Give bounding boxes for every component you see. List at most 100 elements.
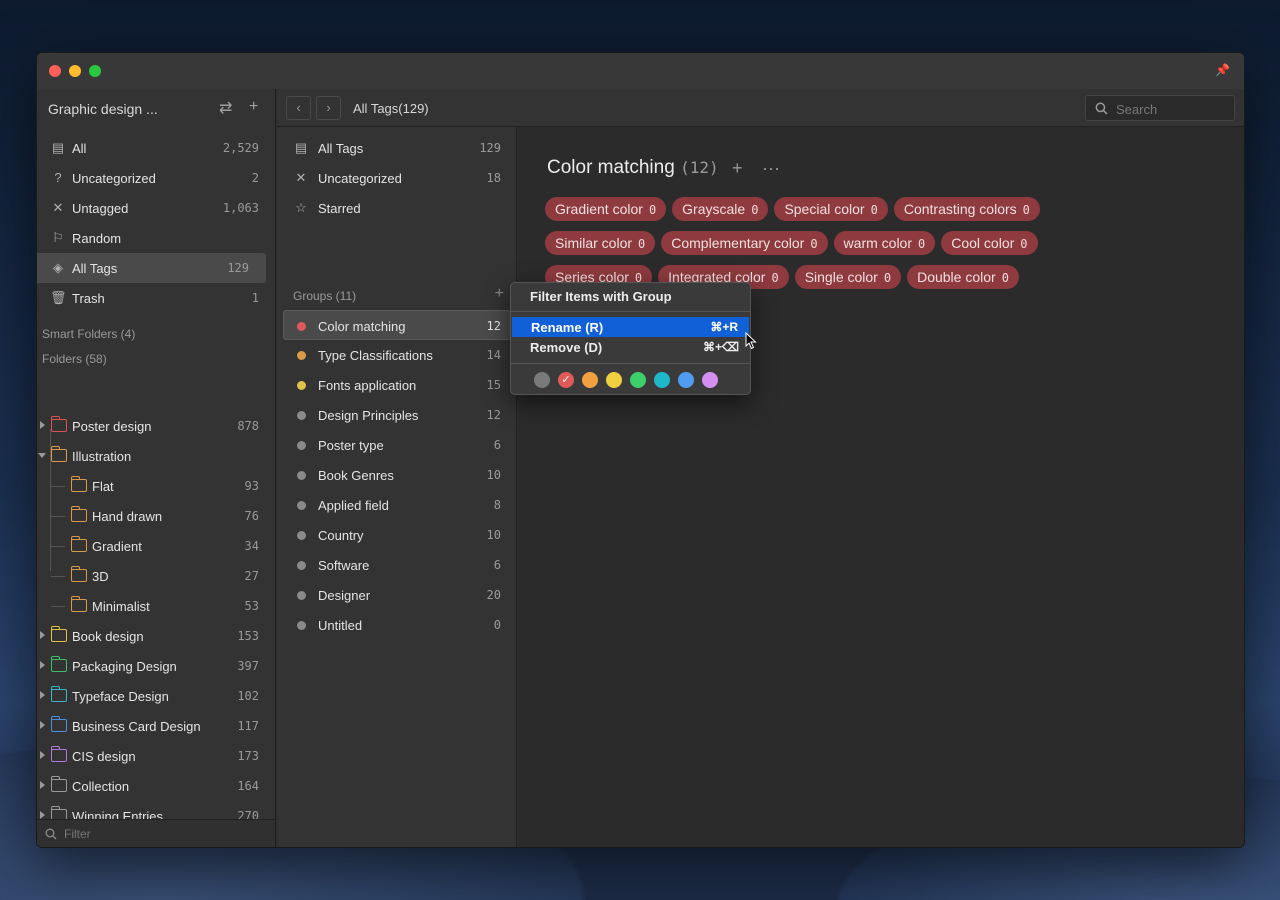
- color-swatch[interactable]: [582, 372, 598, 388]
- search-input[interactable]: Search: [1116, 102, 1157, 117]
- folder-item-9[interactable]: Typeface Design 102: [37, 681, 276, 711]
- context-menu: Filter Items with Group Rename (R) ⌘+R R…: [510, 282, 751, 395]
- tag-filter-1[interactable]: ✕ Uncategorized 18: [277, 163, 517, 193]
- sidebar-item-5[interactable]: 🗑 Trash 1: [37, 283, 276, 313]
- folder-item-5[interactable]: 3D 27: [37, 561, 276, 591]
- folder-count: 397: [237, 659, 259, 673]
- folder-icon: [51, 746, 67, 762]
- chevron-right-icon[interactable]: [40, 421, 45, 429]
- tag-pill[interactable]: Grayscale 0: [672, 197, 769, 221]
- tag-group-item[interactable]: Poster type 6: [277, 430, 517, 460]
- folder-count: 93: [244, 479, 259, 493]
- sidebar-item-2[interactable]: ✕ Untagged 1,063: [37, 193, 276, 223]
- group-color-dot: [297, 411, 306, 420]
- close-window-button[interactable]: [49, 65, 61, 77]
- color-swatch[interactable]: [630, 372, 646, 388]
- folder-label: Typeface Design: [72, 689, 169, 704]
- back-button[interactable]: ‹: [286, 96, 311, 120]
- tag-group-item[interactable]: Applied field 8: [277, 490, 517, 520]
- tag-pill[interactable]: Complementary color 0: [661, 231, 828, 255]
- tag-group-item[interactable]: Book Genres 10: [277, 460, 517, 490]
- tag-pill[interactable]: warm color 0: [833, 231, 936, 255]
- tag-pill[interactable]: Single color 0: [794, 265, 902, 289]
- tag-group-item[interactable]: Fonts application 15: [277, 370, 517, 400]
- tree-branch: [51, 486, 65, 487]
- tag-group-label: Designer: [318, 588, 371, 603]
- sidebar: Graphic design ... ⇄ + ▤ All 2,529? Uncateg…: [37, 89, 276, 847]
- color-swatch[interactable]: ✓: [558, 372, 574, 388]
- folder-item-1[interactable]: Illustration: [37, 441, 276, 471]
- tag-group-item[interactable]: Color matching 12: [283, 310, 511, 340]
- sidebar-item-label: Random: [72, 231, 122, 246]
- remove-menu-item[interactable]: Remove (D) ⌘+⌫: [511, 337, 750, 357]
- filter-input[interactable]: Filter: [64, 827, 91, 841]
- search-field[interactable]: Search: [1085, 95, 1235, 121]
- sidebar-item-3[interactable]: ⚐ Random: [37, 223, 276, 253]
- filter-items-menu-item[interactable]: Filter Items with Group: [511, 286, 750, 306]
- folder-item-2[interactable]: Flat 93: [37, 471, 276, 501]
- add-group-icon[interactable]: +: [495, 285, 504, 303]
- folder-item-7[interactable]: Book design 153: [37, 621, 276, 651]
- tag-group-item[interactable]: Country 10: [277, 520, 517, 550]
- chevron-right-icon[interactable]: [40, 751, 45, 759]
- tag-group-label: Country: [318, 528, 364, 543]
- tag-count: 0: [810, 237, 818, 251]
- folders-label[interactable]: Folders (58): [42, 352, 107, 366]
- chevron-right-icon[interactable]: [40, 691, 45, 699]
- tag-pill[interactable]: Similar color 0: [545, 231, 656, 255]
- chevron-down-icon[interactable]: [38, 453, 46, 458]
- sidebar-item-1[interactable]: ? Uncategorized 2: [37, 163, 276, 193]
- chevron-right-icon[interactable]: [40, 721, 45, 729]
- tag-label: Complementary color: [671, 235, 805, 251]
- sidebar-item-4[interactable]: ◈ All Tags 129: [37, 253, 266, 283]
- tag-group-count: 12: [486, 319, 501, 333]
- group-color-dot: [297, 471, 306, 480]
- sidebar-item-0[interactable]: ▤ All 2,529: [37, 133, 276, 163]
- folder-item-3[interactable]: Hand drawn 76: [37, 501, 276, 531]
- add-tag-icon[interactable]: +: [732, 158, 743, 179]
- chevron-right-icon[interactable]: [40, 631, 45, 639]
- add-icon[interactable]: +: [249, 98, 258, 116]
- tag-group-item[interactable]: Untitled 0: [277, 610, 517, 640]
- folder-item-10[interactable]: Business Card Design 117: [37, 711, 276, 741]
- chevron-right-icon[interactable]: [40, 781, 45, 789]
- folder-item-4[interactable]: Gradient 34: [37, 531, 276, 561]
- tag-group-item[interactable]: Type Classifications 14: [277, 340, 517, 370]
- more-icon[interactable]: ···: [762, 158, 780, 179]
- tag-pill[interactable]: Gradient color 0: [545, 197, 667, 221]
- tag-filter-count: 129: [479, 141, 501, 155]
- tag-filter-0[interactable]: ▤ All Tags 129: [277, 133, 517, 163]
- tag-group-item[interactable]: Designer 20: [277, 580, 517, 610]
- tag-pill[interactable]: Special color 0: [774, 197, 888, 221]
- folder-icon: [51, 626, 67, 642]
- pin-icon[interactable]: 📌: [1215, 63, 1230, 77]
- color-swatch[interactable]: [678, 372, 694, 388]
- folder-item-6[interactable]: Minimalist 53: [37, 591, 276, 621]
- chevron-right-icon[interactable]: [40, 811, 45, 819]
- smart-folders-label[interactable]: Smart Folders (4): [42, 327, 135, 341]
- color-swatch[interactable]: [702, 372, 718, 388]
- folder-item-12[interactable]: Collection 164: [37, 771, 276, 801]
- tag-filter-2[interactable]: ☆ Starred: [277, 193, 517, 223]
- color-swatch[interactable]: [606, 372, 622, 388]
- sidebar-filter[interactable]: Filter: [37, 819, 275, 847]
- folder-item-0[interactable]: Poster design 878: [37, 411, 276, 441]
- folder-item-8[interactable]: Packaging Design 397: [37, 651, 276, 681]
- library-name[interactable]: Graphic design ...: [48, 101, 158, 117]
- search-icon: [1095, 102, 1108, 115]
- zoom-window-button[interactable]: [89, 65, 101, 77]
- chevron-right-icon[interactable]: [40, 661, 45, 669]
- tag-group-item[interactable]: Software 6: [277, 550, 517, 580]
- folder-icon: [51, 656, 67, 672]
- minimize-window-button[interactable]: [69, 65, 81, 77]
- switch-library-icon[interactable]: ⇄: [219, 98, 232, 118]
- tag-pill[interactable]: Contrasting colors 0: [893, 197, 1040, 221]
- tag-pill[interactable]: Double color 0: [907, 265, 1019, 289]
- rename-menu-item[interactable]: Rename (R) ⌘+R: [512, 317, 749, 337]
- tag-group-item[interactable]: Design Principles 12: [277, 400, 517, 430]
- tag-pill[interactable]: Cool color 0: [941, 231, 1038, 255]
- folder-item-11[interactable]: CIS design 173: [37, 741, 276, 771]
- forward-button[interactable]: ›: [316, 96, 341, 120]
- color-swatch[interactable]: [654, 372, 670, 388]
- color-swatch[interactable]: [534, 372, 550, 388]
